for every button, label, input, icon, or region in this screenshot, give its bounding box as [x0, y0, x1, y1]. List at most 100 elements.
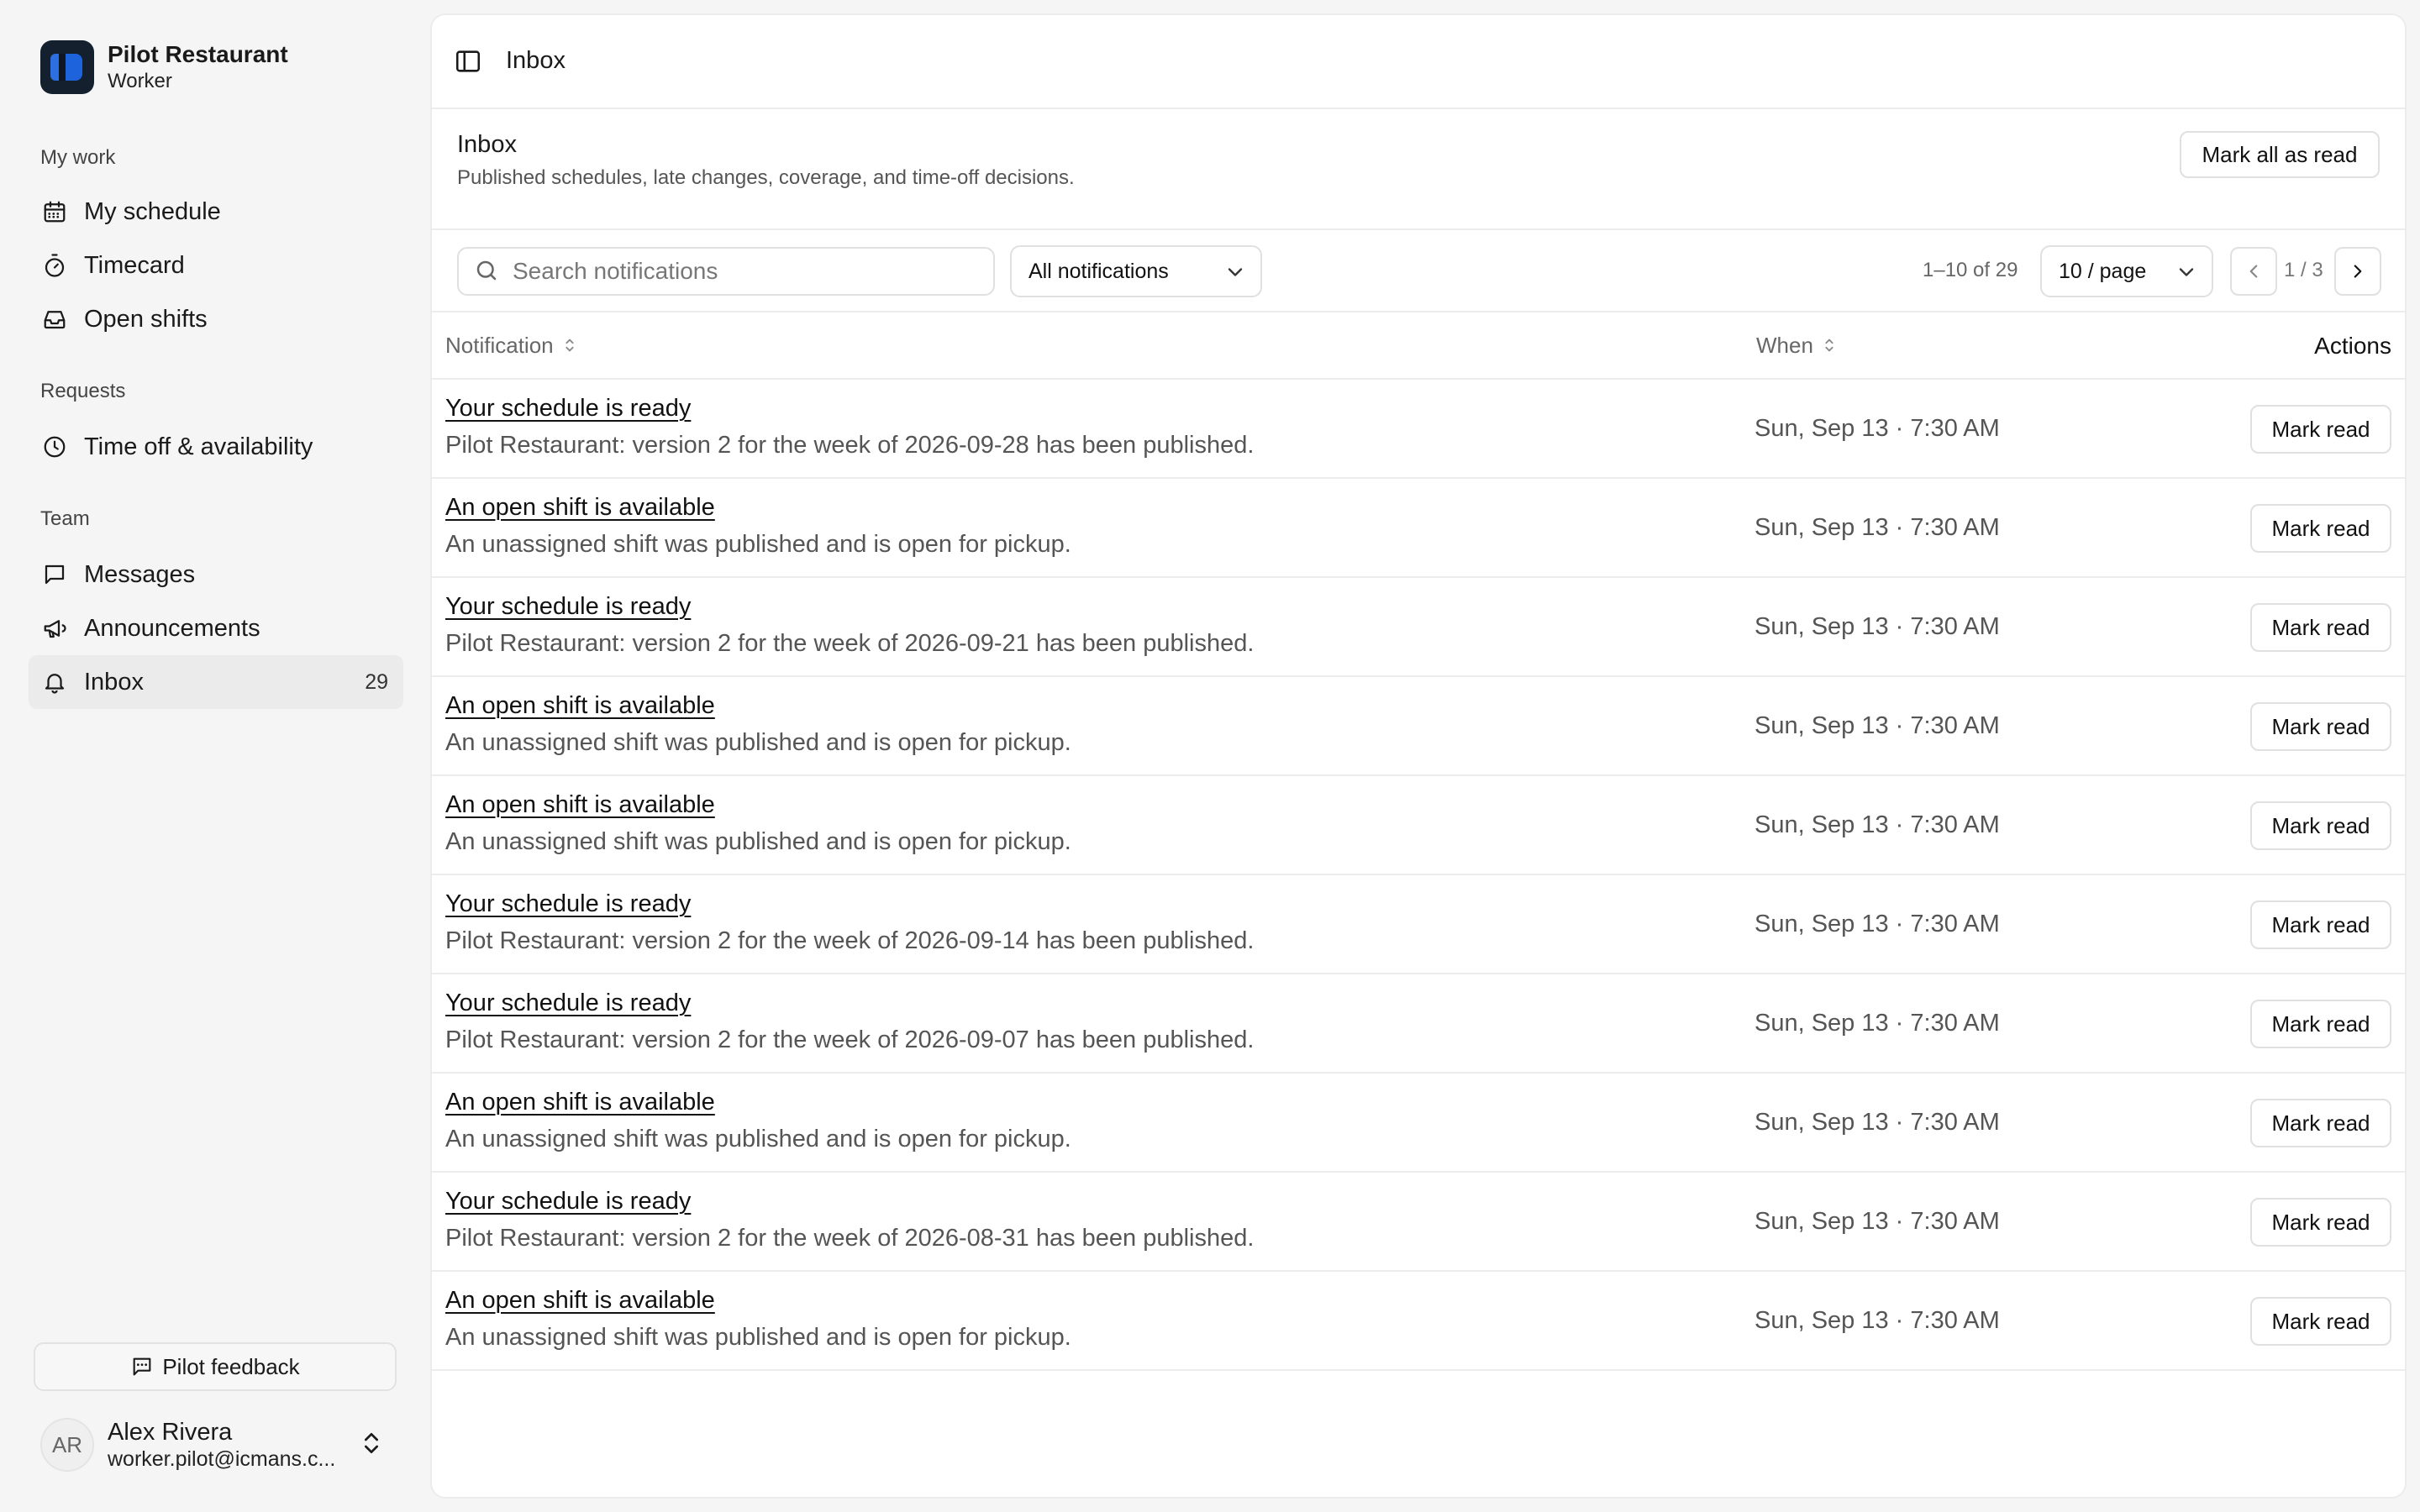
sidebar-toggle-icon[interactable]	[454, 47, 484, 77]
sidebar-item-label: Announcements	[84, 614, 260, 642]
table-header: Notification When Actions	[432, 312, 2405, 380]
notification-title-link[interactable]: Your schedule is ready	[445, 395, 691, 423]
main-panel: Inbox Inbox Published schedules, late ch…	[430, 13, 2407, 1499]
notification-title-link[interactable]: Your schedule is ready	[445, 890, 691, 918]
table-row: An open shift is available An unassigned…	[432, 776, 2405, 875]
table-row: Your schedule is ready Pilot Restaurant:…	[432, 974, 2405, 1074]
calendar-icon	[40, 197, 69, 226]
next-page-button[interactable]	[2334, 247, 2381, 296]
notification-time: Sun, Sep 13 · 7:30 AM	[1754, 1307, 2000, 1334]
notification-title-link[interactable]: Your schedule is ready	[445, 990, 691, 1017]
notification-time: Sun, Sep 13 · 7:30 AM	[1754, 811, 2000, 838]
table-row: An open shift is available An unassigned…	[432, 677, 2405, 776]
notification-description: An unassigned shift was published and is…	[445, 1126, 1071, 1152]
page-size-select[interactable]: 10 / page	[2040, 245, 2213, 297]
table-row: Your schedule is ready Pilot Restaurant:…	[432, 1173, 2405, 1272]
chevron-down-icon	[2175, 260, 2198, 284]
pilot-feedback-label: Pilot feedback	[162, 1353, 300, 1379]
mark-read-button[interactable]: Mark read	[2250, 1198, 2391, 1247]
search-box	[457, 247, 995, 296]
page-header: Inbox Published schedules, late changes,…	[432, 109, 2405, 230]
sort-icon	[560, 336, 581, 356]
column-header-when[interactable]: When	[1756, 333, 1840, 359]
chevron-right-icon	[2347, 260, 2369, 282]
mark-read-button[interactable]: Mark read	[2250, 1000, 2391, 1048]
bell-icon	[40, 668, 69, 696]
section-label-my-work: My work	[40, 146, 116, 169]
notification-description: Pilot Restaurant: version 2 for the week…	[445, 432, 1255, 459]
sidebar-item-inbox[interactable]: Inbox 29	[29, 655, 403, 709]
sidebar-item-messages[interactable]: Messages	[29, 548, 403, 601]
mark-read-button[interactable]: Mark read	[2250, 900, 2391, 949]
notification-description: Pilot Restaurant: version 2 for the week…	[445, 1225, 1255, 1252]
chevrons-up-down-icon	[358, 1430, 388, 1460]
user-menu[interactable]: AR Alex Rivera worker.pilot@icmans.c...	[40, 1418, 397, 1472]
notification-time: Sun, Sep 13 · 7:30 AM	[1754, 1109, 2000, 1136]
notification-filter-select[interactable]: All notifications	[1010, 245, 1262, 297]
column-header-actions: Actions	[2314, 333, 2391, 359]
table-row: Your schedule is ready Pilot Restaurant:…	[432, 380, 2405, 479]
mark-read-button[interactable]: Mark read	[2250, 801, 2391, 850]
column-label: When	[1756, 333, 1813, 358]
table-row: An open shift is available An unassigned…	[432, 1272, 2405, 1371]
clock-icon	[40, 433, 69, 461]
notification-description: Pilot Restaurant: version 2 for the week…	[445, 1026, 1255, 1053]
column-header-notification[interactable]: Notification	[445, 333, 581, 359]
notification-time: Sun, Sep 13 · 7:30 AM	[1754, 613, 2000, 640]
sidebar-item-label: My schedule	[84, 197, 221, 225]
sidebar-item-time-off[interactable]: Time off & availability	[29, 420, 403, 474]
topbar: Inbox	[432, 15, 2405, 109]
notification-description: An unassigned shift was published and is…	[445, 828, 1071, 855]
pilot-feedback-button[interactable]: Pilot feedback	[34, 1342, 397, 1391]
sidebar-item-label: Time off & availability	[84, 433, 313, 460]
notification-title-link[interactable]: An open shift is available	[445, 1287, 715, 1315]
mark-read-button[interactable]: Mark read	[2250, 603, 2391, 652]
sidebar-item-open-shifts[interactable]: Open shifts	[29, 292, 403, 346]
mark-read-button[interactable]: Mark read	[2250, 1099, 2391, 1147]
notification-title-link[interactable]: An open shift is available	[445, 791, 715, 819]
table-row: Your schedule is ready Pilot Restaurant:…	[432, 875, 2405, 974]
table-row: An open shift is available An unassigned…	[432, 479, 2405, 578]
app-name: Pilot Restaurant	[108, 41, 288, 67]
notification-title-link[interactable]: An open shift is available	[445, 1089, 715, 1116]
section-label-requests: Requests	[40, 380, 126, 402]
table-row: Your schedule is ready Pilot Restaurant:…	[432, 578, 2405, 677]
user-email: worker.pilot@icmans.c...	[108, 1447, 336, 1471]
search-input[interactable]	[513, 258, 983, 285]
table-row: An open shift is available An unassigned…	[432, 1074, 2405, 1173]
sort-icon	[1820, 336, 1840, 356]
notification-time: Sun, Sep 13 · 7:30 AM	[1754, 1010, 2000, 1037]
sidebar-item-timecard[interactable]: Timecard	[29, 239, 403, 292]
notification-description: Pilot Restaurant: version 2 for the week…	[445, 630, 1255, 657]
notification-description: An unassigned shift was published and is…	[445, 729, 1071, 756]
table-toolbar: All notifications 1–10 of 29 10 / page 1…	[432, 230, 2405, 312]
sidebar-item-my-schedule[interactable]: My schedule	[29, 185, 403, 239]
mark-all-as-read-button[interactable]: Mark all as read	[2180, 131, 2380, 178]
notification-title-link[interactable]: Your schedule is ready	[445, 1188, 691, 1215]
notification-title-link[interactable]: Your schedule is ready	[445, 593, 691, 621]
sidebar-item-label: Timecard	[84, 251, 185, 279]
user-name: Alex Rivera	[108, 1419, 233, 1446]
workspace-switcher[interactable]: Pilot Restaurant Worker	[40, 40, 288, 94]
notification-description: An unassigned shift was published and is…	[445, 1324, 1071, 1351]
message-square-icon	[40, 560, 69, 589]
page-size-value: 10 / page	[2059, 259, 2147, 283]
mark-read-button[interactable]: Mark read	[2250, 702, 2391, 751]
page-title: Inbox	[457, 131, 517, 158]
notification-title-link[interactable]: An open shift is available	[445, 494, 715, 522]
notification-list: Your schedule is ready Pilot Restaurant:…	[432, 380, 2405, 1371]
pagination-range: 1–10 of 29	[1923, 259, 2018, 281]
mark-read-button[interactable]: Mark read	[2250, 405, 2391, 454]
notification-title-link[interactable]: An open shift is available	[445, 692, 715, 720]
mark-read-button[interactable]: Mark read	[2250, 504, 2391, 553]
notification-time: Sun, Sep 13 · 7:30 AM	[1754, 415, 2000, 442]
sidebar-item-label: Inbox	[84, 668, 144, 696]
page-subtitle: Published schedules, late changes, cover…	[457, 166, 1075, 189]
notification-time: Sun, Sep 13 · 7:30 AM	[1754, 911, 2000, 937]
sidebar-item-label: Open shifts	[84, 305, 208, 333]
previous-page-button[interactable]	[2230, 247, 2277, 296]
feedback-icon	[130, 1355, 154, 1378]
sidebar-item-announcements[interactable]: Announcements	[29, 601, 403, 655]
search-icon	[474, 258, 501, 285]
mark-read-button[interactable]: Mark read	[2250, 1297, 2391, 1346]
